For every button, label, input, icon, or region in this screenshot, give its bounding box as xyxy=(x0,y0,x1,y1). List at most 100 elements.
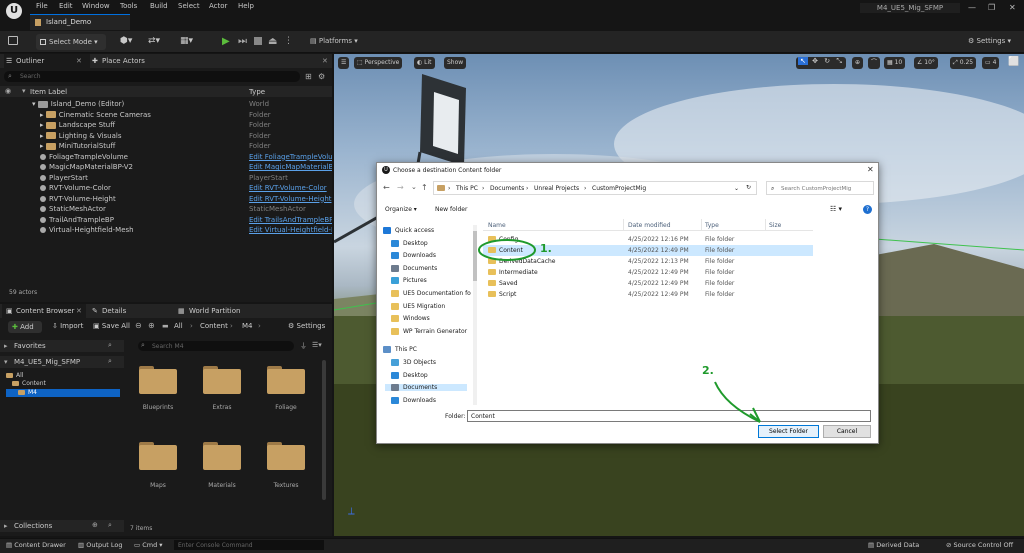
nav-item[interactable]: Downloads xyxy=(391,396,436,404)
select-tool-icon[interactable]: ↖ xyxy=(798,57,808,65)
crumb-customprojectmig[interactable]: CustomProjectMig xyxy=(592,185,646,192)
path-all[interactable]: All xyxy=(174,322,183,330)
organize-button[interactable]: Organize ▾ xyxy=(385,206,417,213)
nav-up-icon[interactable]: ↑ xyxy=(421,183,428,192)
outliner-row-type[interactable]: Edit MagicMapMaterialBP- xyxy=(249,162,332,173)
back-icon[interactable]: ⊖ xyxy=(135,321,142,330)
tree-all[interactable]: All xyxy=(6,372,23,379)
outliner-row[interactable]: RVT-Volume-Color Edit RVT-Volume-Color xyxy=(0,183,332,194)
menu-select[interactable]: Select xyxy=(178,2,200,10)
console-input[interactable]: Enter Console Command xyxy=(174,540,324,550)
source-control-button[interactable]: ⊘ Source Control Off xyxy=(946,541,1013,549)
nav-item[interactable]: Windows xyxy=(391,315,430,323)
cmd-dropdown[interactable]: ▭ Cmd ▾ xyxy=(134,541,163,549)
visibility-eye-icon[interactable]: ◉ xyxy=(5,87,11,95)
menu-file[interactable]: File xyxy=(36,2,48,10)
outliner-row-type[interactable]: Edit TrailsAndTrampleBP xyxy=(249,215,332,226)
new-folder-button[interactable]: New folder xyxy=(435,206,467,213)
menu-tools[interactable]: Tools xyxy=(120,2,137,10)
crumb-documents[interactable]: Documents xyxy=(490,185,524,192)
close-place-actors-icon[interactable]: ✕ xyxy=(322,54,328,68)
world-space-icon[interactable]: ⊕ xyxy=(852,57,864,69)
folder-textures[interactable] xyxy=(267,442,305,470)
address-dropdown-icon[interactable]: ⌄ xyxy=(734,185,739,192)
outliner-row[interactable]: RVT-Volume-Height Edit RVT-Volume-Height xyxy=(0,194,332,205)
size-column[interactable]: Size xyxy=(769,222,781,229)
outliner-row[interactable]: ▸ Cinematic Scene Cameras Folder xyxy=(0,110,332,121)
dialog-search[interactable]: ⌕ Search CustomProjectMig xyxy=(766,181,874,195)
nav-item[interactable]: 3D Objects xyxy=(391,359,436,366)
cb-settings-button[interactable]: ⚙ Settings xyxy=(288,322,325,330)
select-mode-dropdown[interactable]: Select Mode ▾ xyxy=(36,34,106,50)
perspective-button[interactable]: ⬚ Perspective xyxy=(354,57,403,69)
filter-icon[interactable]: ⏚ xyxy=(300,341,307,351)
derived-data-button[interactable]: ▤ Derived Data xyxy=(868,541,919,549)
tree-m4-selected[interactable]: M4 xyxy=(6,389,120,397)
add-collection-icon[interactable]: ⊕ xyxy=(92,521,98,529)
eject-icon[interactable]: ⏏ xyxy=(268,36,277,47)
refresh-icon[interactable]: ↻ xyxy=(746,184,751,191)
rotation-snap-button[interactable]: ∠ 10° xyxy=(914,57,938,69)
path-content[interactable]: Content xyxy=(200,322,228,330)
expand-arrow-icon[interactable]: ▾ xyxy=(32,100,38,108)
menu-help[interactable]: Help xyxy=(238,2,254,10)
favorites-header[interactable]: ▸ Favorites ⌕ xyxy=(0,340,124,352)
close-outliner-icon[interactable]: ✕ xyxy=(76,54,82,68)
outliner-add-icon[interactable]: ⊞ xyxy=(305,72,312,81)
tree-content[interactable]: Content xyxy=(12,380,46,387)
path-m4[interactable]: M4 xyxy=(242,322,253,330)
nav-item[interactable]: Pictures xyxy=(391,277,427,285)
nav-item[interactable]: This PC xyxy=(383,346,417,354)
camera-speed-button[interactable]: ▭ 4 xyxy=(982,57,1000,69)
cb-scrollbar[interactable] xyxy=(322,360,326,500)
nav-item[interactable]: Desktop xyxy=(391,371,428,379)
crumb-this-pc[interactable]: This PC xyxy=(456,185,478,192)
help-icon[interactable]: ? xyxy=(863,205,872,214)
view-mode-icon[interactable]: ☷ ▾ xyxy=(830,205,842,213)
outliner-row[interactable]: ▾ Island_Demo (Editor) World xyxy=(0,99,332,110)
outliner-row-type[interactable]: Edit RVT-Volume-Height xyxy=(249,194,332,205)
favorites-search-icon[interactable]: ⌕ xyxy=(108,341,112,350)
minimize-icon[interactable]: — xyxy=(968,3,976,12)
nav-item[interactable]: Quick access xyxy=(383,227,434,234)
folder-blueprints[interactable] xyxy=(139,366,177,394)
save-icon[interactable] xyxy=(8,36,18,45)
crumb-unreal-projects[interactable]: Unreal Projects xyxy=(534,185,579,192)
item-label-column[interactable]: Item Label xyxy=(30,88,67,96)
maximize-icon[interactable]: ❐ xyxy=(988,3,995,12)
nav-item[interactable]: WP Terrain Generator xyxy=(391,327,467,335)
place-actors-tab[interactable]: Place Actors xyxy=(102,54,145,68)
project-header[interactable]: ▾ M4_UE5_Mig_SFMP ⌕ xyxy=(0,356,124,368)
outliner-row-type[interactable]: Edit FoliageTrampleVolume xyxy=(249,152,332,163)
rotate-tool-icon[interactable]: ↻ xyxy=(822,57,832,65)
content-drawer-button[interactable]: ▤ Content Drawer xyxy=(6,541,66,549)
nav-item[interactable]: Documents xyxy=(385,384,467,392)
world-partition-tab[interactable]: World Partition xyxy=(189,304,240,318)
play-icon[interactable]: ▶ xyxy=(222,36,230,47)
show-button[interactable]: Show xyxy=(444,57,467,69)
surface-snap-icon[interactable]: ⌒ xyxy=(868,57,881,69)
close-content-browser-icon[interactable]: ✕ xyxy=(76,304,82,318)
scale-snap-button[interactable]: ⤢ 0.25 xyxy=(950,57,977,69)
nav-recent-icon[interactable]: ⌄ xyxy=(411,183,417,191)
project-search-icon[interactable]: ⌕ xyxy=(108,357,112,366)
play-options-icon[interactable]: ⋮ xyxy=(284,36,293,46)
forward-icon[interactable]: ⊕ xyxy=(148,321,155,330)
expand-arrow-icon[interactable]: ▸ xyxy=(40,142,46,150)
outliner-search[interactable]: ⌕ Search xyxy=(4,71,300,82)
output-log-button[interactable]: ▥ Output Log xyxy=(78,541,122,549)
platforms-button[interactable]: ▤ Platforms ▾ xyxy=(310,37,358,45)
content-browser-tab[interactable]: Content Browser xyxy=(16,304,74,318)
blueprint-icon[interactable]: ⇄▾ xyxy=(148,36,160,46)
close-icon[interactable]: ✕ xyxy=(1009,3,1016,12)
name-column[interactable]: Name xyxy=(488,222,506,229)
menu-build[interactable]: Build xyxy=(150,2,168,10)
outliner-tab[interactable]: Outliner xyxy=(16,54,44,68)
viewport-menu-icon[interactable]: ☰ xyxy=(338,57,350,69)
cb-search[interactable]: ⌕ Search M4 xyxy=(138,341,294,351)
folder-maps[interactable] xyxy=(139,442,177,470)
nav-item[interactable]: UE5 Documentation fo xyxy=(391,290,471,297)
nav-back-icon[interactable]: ← xyxy=(383,183,390,192)
level-tab[interactable]: Island_Demo xyxy=(30,14,130,30)
outliner-row[interactable]: StaticMeshActor StaticMeshActor xyxy=(0,204,332,215)
